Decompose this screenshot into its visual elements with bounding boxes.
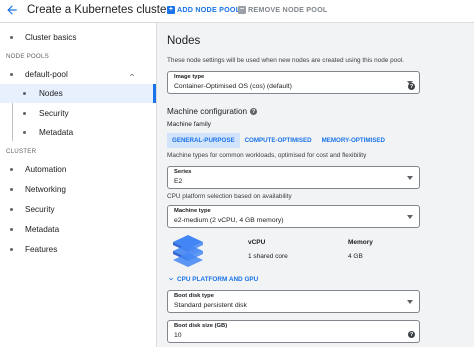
boot-disk-size-input[interactable]: Boot disk size (GB) 10 bbox=[167, 320, 420, 343]
tab-compute-optimised[interactable]: COMPUTE-OPTIMISED bbox=[240, 133, 317, 148]
heading-label: Machine configuration bbox=[167, 107, 248, 116]
sidebar-item-label: Automation bbox=[25, 165, 67, 174]
field-value: E2 bbox=[174, 178, 183, 185]
help-icon[interactable]: ? bbox=[408, 83, 415, 90]
bullet-icon bbox=[23, 131, 26, 134]
page-title: Create a Kubernetes cluster bbox=[27, 4, 171, 16]
sidebar-item-label: default-pool bbox=[25, 70, 68, 79]
vcpu-value: 1 shared core bbox=[248, 253, 288, 260]
sidebar-item-label: Features bbox=[25, 245, 58, 254]
field-value: e2-medium (2 vCPU, 4 GB memory) bbox=[174, 217, 284, 224]
bullet-icon bbox=[10, 168, 13, 171]
help-icon[interactable]: ? bbox=[408, 331, 415, 338]
arrow-back-icon[interactable] bbox=[5, 3, 19, 17]
vcpu-label: vCPU bbox=[248, 239, 266, 246]
section-description: These node settings will be used when ne… bbox=[167, 57, 404, 64]
machine-family-label: Machine family bbox=[167, 121, 211, 128]
sidebar-item-label: Metadata bbox=[39, 128, 74, 137]
series-description: CPU platform selection based on availabi… bbox=[167, 193, 292, 200]
cpu-platform-label: CPU PLATFORM AND GPU bbox=[177, 275, 259, 283]
field-label: Boot disk type bbox=[174, 293, 214, 299]
main-panel: Nodes These node settings will be used w… bbox=[157, 23, 474, 347]
sidebar-item-pool-security[interactable]: Security bbox=[0, 104, 152, 123]
field-label: Machine type bbox=[174, 208, 211, 214]
machine-family-tabs: GENERAL-PURPOSE COMPUTE-OPTIMISED MEMORY… bbox=[167, 133, 390, 148]
field-value: Standard persistent disk bbox=[174, 302, 247, 309]
section-title: Nodes bbox=[167, 35, 201, 47]
page-header: Create a Kubernetes cluster + ADD NODE P… bbox=[0, 0, 474, 22]
dropdown-arrow-icon bbox=[407, 176, 413, 180]
sidebar-item-label: Security bbox=[39, 109, 69, 118]
minus-icon: − bbox=[238, 5, 246, 14]
bullet-icon bbox=[10, 208, 13, 211]
add-node-pool-label: ADD NODE POOL bbox=[177, 5, 241, 14]
sidebar-item-nodes[interactable]: Nodes bbox=[0, 84, 156, 103]
remove-node-pool-button[interactable]: − REMOVE NODE POOL bbox=[238, 5, 327, 14]
image-type-select[interactable]: Image type Container-Optimised OS (cos) … bbox=[167, 71, 420, 94]
sidebar: Cluster basics NODE POOLS default-pool N… bbox=[0, 23, 157, 347]
bullet-icon bbox=[10, 188, 13, 191]
cpu-platform-toggle[interactable]: CPU PLATFORM AND GPU bbox=[167, 275, 258, 283]
machine-family-description: Machine types for common workloads, opti… bbox=[167, 152, 367, 159]
machine-type-select[interactable]: Machine type e2-medium (2 vCPU, 4 GB mem… bbox=[167, 205, 420, 228]
sidebar-item-pool-metadata[interactable]: Metadata bbox=[0, 123, 152, 142]
tab-memory-optimised[interactable]: MEMORY-OPTIMISED bbox=[317, 133, 390, 148]
add-node-pool-button[interactable]: + ADD NODE POOL bbox=[167, 5, 240, 14]
field-label: Image type bbox=[174, 74, 205, 80]
sidebar-item-label: Nodes bbox=[39, 89, 63, 98]
bullet-icon bbox=[23, 92, 26, 95]
chevron-down-icon bbox=[169, 277, 173, 281]
chevron-up-icon[interactable] bbox=[128, 71, 136, 79]
dropdown-arrow-icon bbox=[407, 215, 413, 219]
sidebar-item-cluster-basics[interactable]: Cluster basics bbox=[0, 28, 152, 47]
node-pools-heading: NODE POOLS bbox=[6, 53, 49, 60]
plus-icon: + bbox=[167, 5, 175, 14]
sidebar-item-networking[interactable]: Networking bbox=[0, 180, 152, 199]
machine-config-heading: Machine configuration ? bbox=[167, 107, 258, 116]
bullet-icon bbox=[10, 248, 13, 251]
series-select[interactable]: Series E2 bbox=[167, 166, 420, 189]
field-label: Series bbox=[174, 169, 192, 175]
sidebar-item-cluster-security[interactable]: Security bbox=[0, 200, 152, 219]
dropdown-arrow-icon bbox=[407, 300, 413, 304]
memory-value: 4 GB bbox=[348, 253, 363, 260]
bullet-icon bbox=[10, 36, 13, 39]
sidebar-item-default-pool[interactable]: default-pool bbox=[0, 65, 152, 84]
field-value: Container-Optimised OS (cos) (default) bbox=[174, 83, 292, 90]
tab-general-purpose[interactable]: GENERAL-PURPOSE bbox=[167, 133, 240, 148]
help-icon[interactable]: ? bbox=[250, 108, 258, 115]
remove-node-pool-label: REMOVE NODE POOL bbox=[248, 5, 328, 14]
sidebar-item-features[interactable]: Features bbox=[0, 240, 152, 259]
field-label: Boot disk size (GB) bbox=[174, 323, 228, 329]
bullet-icon bbox=[10, 73, 13, 76]
boot-disk-type-select[interactable]: Boot disk type Standard persistent disk bbox=[167, 290, 420, 313]
bullet-icon bbox=[10, 228, 13, 231]
sidebar-item-label: Security bbox=[25, 205, 55, 214]
sidebar-item-label: Networking bbox=[25, 185, 66, 194]
memory-label: Memory bbox=[348, 239, 373, 246]
sidebar-item-cluster-metadata[interactable]: Metadata bbox=[0, 220, 152, 239]
field-value: 10 bbox=[174, 332, 182, 339]
sidebar-item-label: Metadata bbox=[25, 225, 60, 234]
bullet-icon bbox=[23, 112, 26, 115]
sidebar-item-automation[interactable]: Automation bbox=[0, 160, 152, 179]
sidebar-item-label: Cluster basics bbox=[25, 33, 77, 42]
machine-stack-icon bbox=[173, 235, 203, 267]
cluster-heading: CLUSTER bbox=[6, 148, 37, 155]
